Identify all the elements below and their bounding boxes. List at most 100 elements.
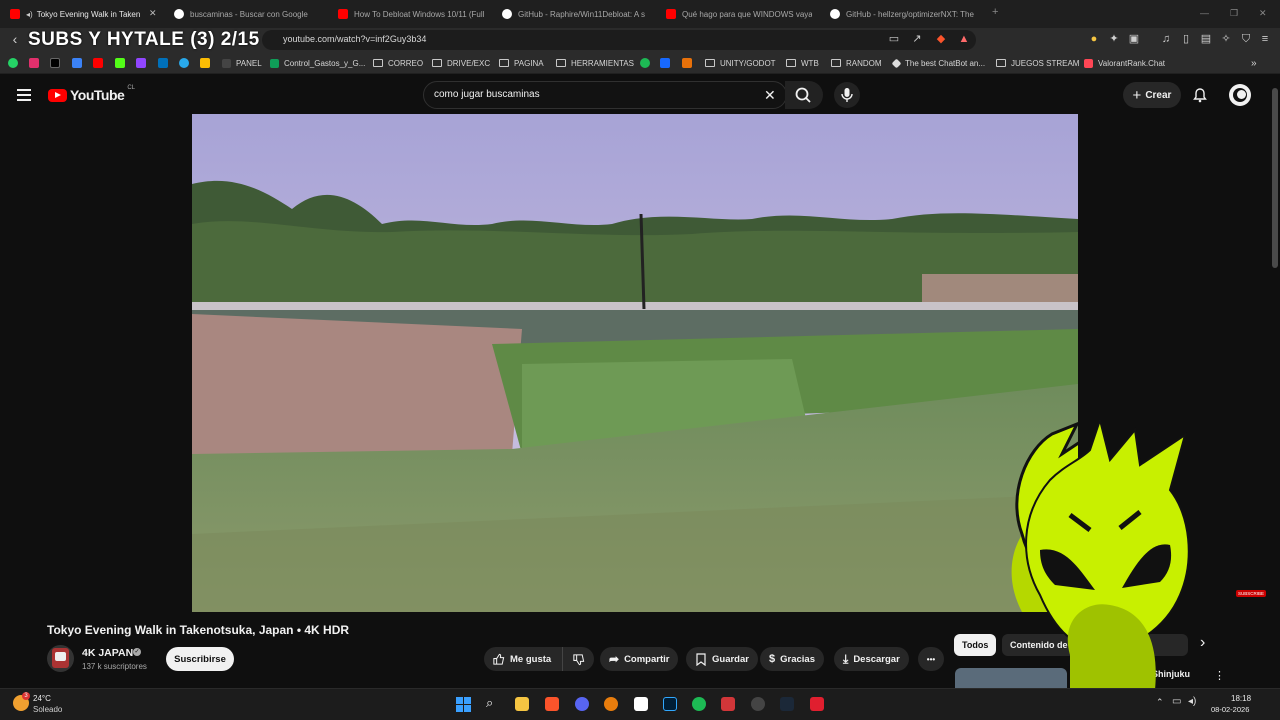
hamburger-menu-icon[interactable] (17, 89, 31, 101)
share-page-icon[interactable]: ↗ (911, 33, 923, 45)
create-button[interactable]: + Crear (1123, 82, 1181, 108)
channel-name[interactable]: 4K JAPAN (82, 647, 133, 659)
brave-rewards-icon[interactable]: ▲ (958, 33, 970, 45)
bookmark-icon[interactable] (682, 58, 692, 68)
app-icon[interactable] (751, 697, 765, 711)
game-launcher-icon[interactable] (810, 697, 824, 711)
clock-time[interactable]: 18:18 (1231, 694, 1251, 703)
clock-date[interactable]: 08-02-2026 (1211, 705, 1249, 714)
like-button[interactable]: Me gusta (484, 647, 562, 671)
bookmark-folder-correo[interactable]: CORREO (373, 57, 423, 69)
chips-next-icon[interactable]: › (1200, 634, 1205, 652)
notion-icon[interactable] (634, 697, 648, 711)
behance-icon[interactable] (660, 58, 670, 68)
bookmark-folder-herramientas[interactable]: HERRAMIENTAS (556, 57, 634, 69)
channel-avatar[interactable] (47, 645, 74, 672)
bookmark-folder-drive[interactable]: DRIVE/EXC (432, 57, 490, 69)
extension-icon[interactable]: ● (1088, 33, 1100, 45)
account-avatar[interactable] (1229, 84, 1251, 106)
extensions-puzzle-icon[interactable]: ✦ (1108, 33, 1120, 45)
page-scrollbar[interactable] (1272, 88, 1278, 268)
bookmark-folder-pagina[interactable]: PAGINA (499, 57, 544, 69)
new-tab-button[interactable]: + (992, 6, 998, 18)
search-input[interactable]: como jugar buscaminas (434, 89, 540, 100)
youtube-logo[interactable]: YouTube CL (48, 85, 135, 103)
close-tab-icon[interactable]: ✕ (149, 8, 157, 19)
recommended-menu-icon[interactable]: ⋮ (1214, 669, 1225, 682)
photoshop-icon[interactable] (663, 697, 677, 711)
brave-browser-icon[interactable] (545, 697, 559, 711)
menu-icon[interactable]: ≡ (1259, 33, 1271, 45)
dislike-button[interactable] (562, 647, 594, 671)
bookmark-chatbot[interactable]: The best ChatBot an... (891, 57, 985, 69)
back-icon[interactable]: ‹ (9, 32, 21, 46)
google-keep-icon[interactable] (200, 58, 210, 68)
folder-icon (432, 59, 442, 67)
steam-icon[interactable] (780, 697, 794, 711)
file-explorer-icon[interactable] (515, 697, 529, 711)
windows-start-icon[interactable] (456, 697, 471, 712)
bookmark-folder-unity-godot[interactable]: UNITY/GODOT (705, 57, 776, 69)
bookmark-icon[interactable] (640, 58, 650, 68)
brave-shield-icon[interactable]: ◆ (935, 33, 947, 45)
bookmark-folder-juegos-stream[interactable]: JUEGOS STREAM (996, 57, 1079, 69)
vpn-icon[interactable]: ⛉ (1240, 33, 1252, 45)
wallet-icon[interactable]: ▤ (1200, 33, 1212, 45)
media-icon[interactable]: ♫ (1160, 33, 1172, 45)
bookmark-label: JUEGOS STREAM (1011, 58, 1080, 68)
whatsapp-icon[interactable] (8, 58, 18, 68)
bookmark-panel[interactable]: PANEL (222, 57, 262, 69)
search-button[interactable] (785, 81, 823, 109)
thanks-button[interactable]: $ Gracias (760, 647, 824, 671)
tab-optimizernxt[interactable]: GitHub - hellzerg/optimizerNXT: The (830, 4, 976, 24)
instagram-icon[interactable] (29, 58, 39, 68)
download-button[interactable]: ⤓ Descargar (834, 647, 909, 671)
screenshot-icon[interactable]: ▣ (1128, 33, 1140, 45)
paypal-icon[interactable] (158, 58, 168, 68)
close-window-icon[interactable]: ✕ (1259, 8, 1267, 19)
like-label: Me gusta (510, 653, 552, 665)
valorant-icon[interactable] (721, 697, 735, 711)
share-button[interactable]: ➦ Compartir (600, 647, 679, 671)
bookmark-valorantrank[interactable]: ValorantRank.Chat (1084, 57, 1165, 69)
x-icon[interactable] (50, 58, 60, 68)
bookmark-icon[interactable] (72, 58, 82, 68)
discord-icon[interactable] (575, 697, 589, 711)
volume-icon[interactable]: ◂) (1188, 696, 1196, 707)
notifications-bell-icon[interactable] (1192, 87, 1208, 103)
tab-win11debloat[interactable]: GitHub - Raphire/Win11Debloat: A s (502, 4, 650, 24)
save-button[interactable]: Guardar (686, 647, 758, 671)
tab-windows-question[interactable]: Qué hago para que WINDOWS vaya (666, 4, 812, 24)
bookmark-folder-wtb[interactable]: WTB (786, 57, 819, 69)
video-player[interactable] (192, 114, 1078, 612)
tab-tokyo-walk[interactable]: ◂) Tokyo Evening Walk in Takeno (10, 4, 140, 24)
bookmark-control-gastos[interactable]: Control_Gastos_y_G... (270, 57, 365, 69)
more-actions-button[interactable]: ••• (918, 647, 944, 671)
blender-icon[interactable] (604, 697, 618, 711)
subscribe-button[interactable]: Suscribirse (166, 647, 234, 671)
clear-search-icon[interactable]: ✕ (764, 87, 776, 104)
minimize-icon[interactable]: — (1200, 8, 1209, 18)
spotify-icon[interactable] (692, 697, 706, 711)
chip-all[interactable]: Todos (954, 634, 997, 656)
tab-buscaminas[interactable]: buscaminas - Buscar con Google (174, 4, 314, 24)
twitch-icon[interactable] (136, 58, 146, 68)
sidebar-icon[interactable]: ▯ (1180, 33, 1192, 45)
url-text[interactable]: youtube.com/watch?v=inf2Guy3b34 (283, 34, 426, 44)
folder-icon (373, 59, 383, 67)
maximize-icon[interactable]: ❐ (1230, 8, 1238, 19)
tray-overflow-icon[interactable]: ⌃ (1156, 697, 1164, 708)
network-icon[interactable]: ▭ (1172, 696, 1181, 707)
bookmarks-overflow-button[interactable]: » (1251, 57, 1257, 69)
cast-icon[interactable]: ▭ (888, 33, 900, 45)
leo-ai-icon[interactable]: ✧ (1220, 33, 1232, 45)
bookmark-folder-random[interactable]: RANDOM (831, 57, 882, 69)
telegram-icon[interactable] (179, 58, 189, 68)
youtube-icon[interactable] (93, 58, 103, 68)
voice-search-button[interactable] (834, 82, 860, 108)
kick-icon[interactable] (115, 58, 125, 68)
bookmark-label: RANDOM (846, 58, 882, 68)
tab-debloat-video[interactable]: How To Debloat Windows 10/11 (Full (338, 4, 484, 24)
verified-badge-icon: ✓ (133, 648, 141, 656)
search-icon[interactable]: ⌕ (486, 695, 493, 711)
